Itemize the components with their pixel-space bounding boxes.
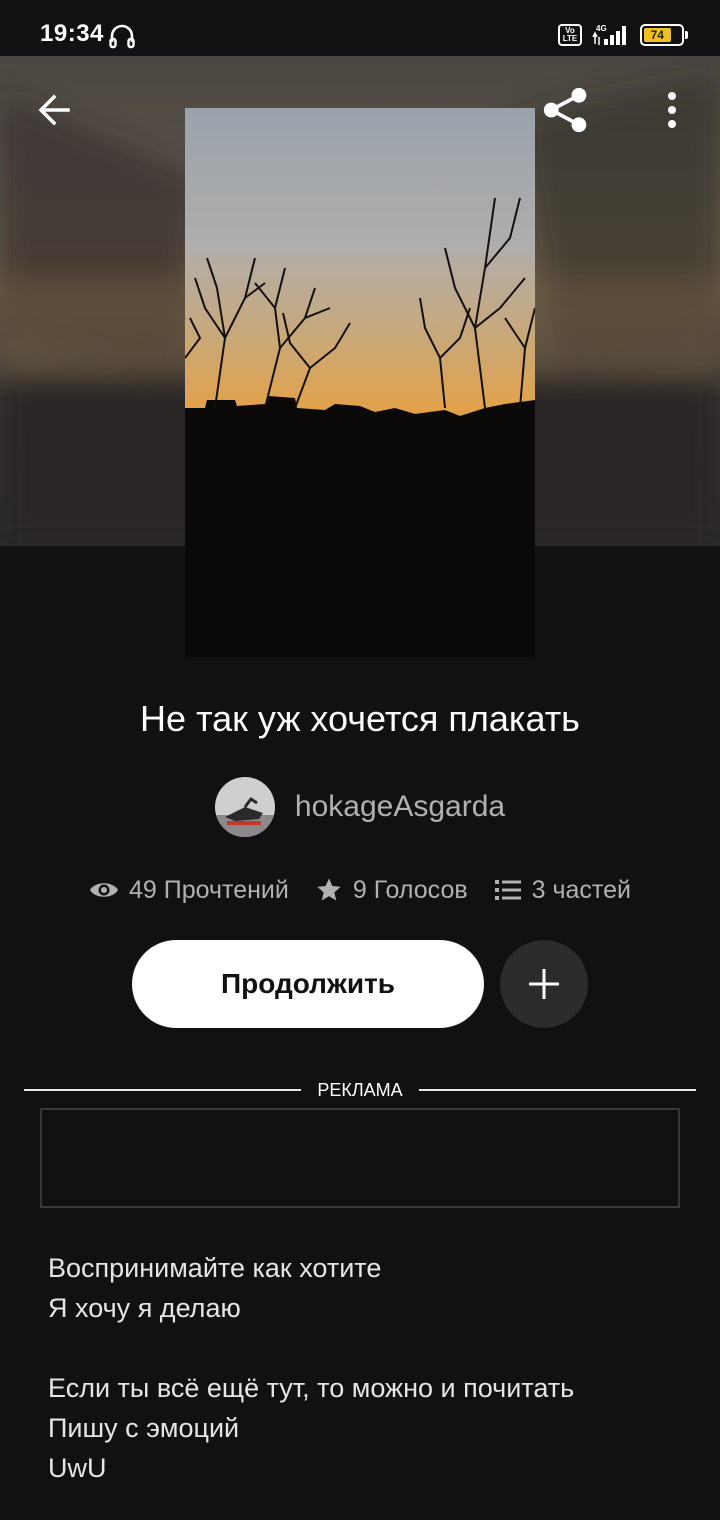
volte-icon: Vo LTE [558, 24, 582, 46]
story-title: Не так уж хочется плакать [140, 698, 580, 739]
author-row[interactable]: hokageAsgarda [0, 776, 720, 838]
story-description: Воспринимайте как хотите Я хочу я делаю … [48, 1248, 688, 1488]
list-icon [494, 880, 521, 900]
back-button[interactable] [30, 84, 78, 136]
parts-stat: 3 частей [494, 876, 631, 905]
status-bar: 19:34 Vo LTE 4G 74 [0, 0, 720, 56]
eye-icon [90, 883, 119, 897]
votes-count: 9 Голосов [352, 875, 468, 904]
description-line: Воспринимайте как хотите [48, 1253, 382, 1283]
reads-stat: 49 Прочтений [89, 876, 289, 905]
plus-icon [529, 969, 559, 999]
cover-image [185, 108, 535, 657]
back-arrow-icon [38, 94, 70, 126]
avatar-image [214, 777, 275, 837]
story-cover[interactable] [185, 108, 535, 657]
status-time: 19:34 [40, 20, 104, 47]
network-label: 4G [596, 24, 607, 33]
divider-line [418, 1089, 697, 1091]
star-icon [317, 878, 341, 901]
description-line: Если ты всё ещё тут, то можно и почитать [48, 1373, 575, 1403]
more-vertical-icon [668, 92, 676, 128]
add-to-library-button[interactable] [500, 940, 588, 1028]
description-line [48, 1328, 688, 1368]
battery-icon: 74 [640, 24, 688, 46]
parts-count[interactable]: 3 частей [532, 876, 631, 905]
battery-level: 74 [644, 28, 671, 42]
headset-icon [109, 24, 135, 49]
description-line: Пишу с эмоций [48, 1413, 240, 1443]
share-icon [543, 87, 587, 133]
continue-reading-button[interactable]: Продолжить [132, 940, 484, 1028]
status-indicators: Vo LTE 4G 74 [558, 20, 688, 50]
ad-label: РЕКЛАМА [317, 1079, 403, 1100]
reads-count: 49 Прочтений [129, 875, 289, 904]
share-button[interactable] [542, 84, 590, 136]
votes-stat: 9 Голосов [315, 876, 468, 905]
ad-slot[interactable] [40, 1108, 680, 1208]
author-name[interactable]: hokageAsgarda [295, 790, 505, 824]
description-line: UwU [48, 1453, 107, 1483]
more-options-button[interactable] [648, 84, 696, 136]
divider-line [24, 1089, 302, 1091]
signal-icon: 4G [592, 24, 626, 45]
story-stats: 49 Прочтений 9 Голосов 3 частей [0, 870, 720, 910]
avatar[interactable] [214, 777, 275, 837]
ad-divider: РЕКЛАМА [24, 1078, 697, 1102]
description-line: Я хочу я делаю [48, 1293, 241, 1323]
